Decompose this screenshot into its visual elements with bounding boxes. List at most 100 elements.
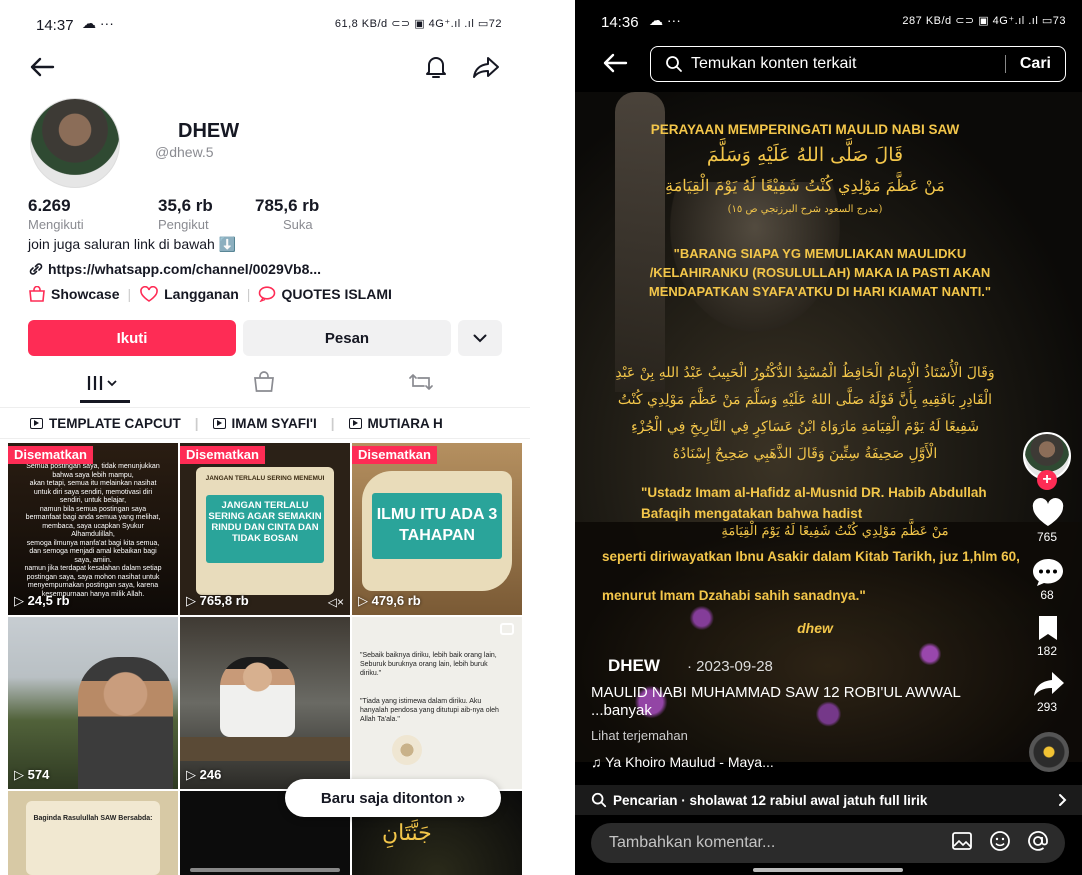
video-arabic-1: قَالَ صَلَّى اللهُ عَلَيْهِ وَسَلَّمَ [706,144,904,166]
video-screen: 14:36 ☁ ··· 287 KB/d ⊂⊃ ▣ 4G⁺.ıl .ıl ▭73… [575,0,1082,875]
tile-views-value: 24,5 rb [27,593,70,608]
profile-bio: join juga saluran link di bawah ⬇️ [28,236,237,252]
shopping-bag-icon [254,371,274,392]
music-disc-icon[interactable] [1029,732,1069,772]
search-divider [1004,55,1006,73]
minaret-shape [615,92,665,392]
search-submit-button[interactable]: Cari [1020,55,1051,73]
home-indicator [190,868,340,872]
stat-following-label: Mengikuti [28,217,84,232]
status-bar: 14:36 ☁ ··· 287 KB/d ⊂⊃ ▣ 4G⁺.ıl .ıl ▭73 [575,0,1082,50]
search-suggestion-bar[interactable]: Pencarian · sholawat 12 rabiul awal jatu… [575,785,1082,815]
caption-author[interactable]: DHEW [608,656,660,676]
video-tile[interactable]: Semua postingan saya, tidak menunjukkan … [8,443,178,615]
tile-views: ▷ 246 [186,767,222,782]
playlist-icon [30,417,43,429]
profile-name: DHEW [178,120,240,142]
pinned-badge: Disematkan [8,446,93,464]
tile-views: ▷ 24,5 rb [14,593,70,608]
search-bar[interactable]: Temukan konten terkait Cari [650,46,1066,82]
tile-text: Baginda Rasulullah SAW Bersabda: [33,815,153,822]
tile-quote-1: "Sebaik baiknya diriku, lebih baik orang… [360,652,497,677]
video-watermark: dhew [797,620,833,636]
save-button[interactable] [1037,614,1059,647]
bookmark-icon [1039,616,1057,640]
link-icon [29,263,43,275]
mention-button[interactable] [1027,830,1049,857]
arrow-left-icon [603,53,628,73]
share-count: 293 [1036,700,1058,714]
tile-views-value: 479,6 rb [371,593,421,608]
caption-date: · 2023-09-28 [687,658,773,675]
search-placeholder: Temukan konten terkait [691,55,857,72]
caption-description[interactable]: MAULID NABI MUHAMMAD SAW 12 ROBI'UL AWWA… [591,684,1011,720]
repost-icon [409,374,433,390]
video-tile[interactable]: ILMU ITU ADA 3 TAHAPAN Disematkan ▷ 479,… [352,443,522,615]
chevron-right-icon [1059,794,1067,806]
back-button[interactable] [26,54,58,80]
chip-showcase[interactable]: Showcase [28,286,119,302]
tile-views-value: 765,8 rb [199,593,249,608]
like-button[interactable] [1031,498,1065,533]
see-translation-link[interactable]: Lihat terjemahan [591,728,688,743]
tile-flower [392,735,422,765]
video-latin-1: "Ustadz Imam al-Hafidz al-Musnid DR. Hab… [641,485,987,521]
profile-link[interactable]: https://whatsapp.com/channel/0029Vb8... [28,261,321,277]
comment-count: 68 [1040,588,1054,602]
emoji-icon [990,830,1010,851]
video-arabic-2: مَنْ عَظَّمَ مَوْلِدِي كُنْتُ شَفِيْعًا … [665,176,945,195]
video-tile[interactable]: Baginda Rasulullah SAW Bersabda: [8,791,178,875]
bell-icon [426,57,446,78]
message-button[interactable]: Pesan [243,320,451,356]
follow-plus-button[interactable]: + [1037,470,1057,490]
chip-divider: | [246,286,251,302]
pinned-badge: Disematkan [352,446,437,464]
tab-videos[interactable] [86,373,122,398]
video-latin-3: menurut Imam Dzahabi sahih sanadnya." [602,588,866,603]
back-button[interactable] [599,50,631,76]
playlist-imam-syafii[interactable]: IMAM SYAFI'I [212,416,317,431]
video-tile[interactable]: ▷ 574 [8,617,178,789]
video-tile[interactable]: ▷ 246 [180,617,350,789]
video-tile[interactable]: "Sebaik baiknya diriku, lebih baik orang… [352,617,522,789]
profile-handle: @dhew.5 [155,144,214,160]
playlist-label: TEMPLATE CAPCUT [49,415,181,431]
stat-following-value: 6.269 [28,196,71,215]
stat-following[interactable]: 6.269 Mengikuti [28,196,84,232]
share-arrow-icon [473,57,499,78]
image-icon [952,831,972,850]
playlist-strip: TEMPLATE CAPCUT | IMAM SYAFI'I | MUTIARA… [0,407,530,439]
stat-likes-value: 785,6 rb [255,196,320,215]
tab-reposts[interactable] [408,372,434,397]
tab-shop[interactable] [252,371,276,398]
share-button[interactable] [468,52,504,82]
image-upload-button[interactable] [951,831,973,856]
tile-person [220,657,295,737]
share-button[interactable] [1033,670,1065,703]
profile-screen: 14:37 ☁ ··· 61,8 KB/d ⊂⊃ ▣ 4G⁺.ıl .ıl ▭7… [0,0,530,875]
video-tile[interactable]: JANGAN TERLALU SERING MENEMUI JANGAN TER… [180,443,350,615]
recently-watched-toast[interactable]: Baru saja ditonton » [285,779,501,817]
stat-likes[interactable]: 785,6 rb Suka [255,196,319,232]
more-suggestions-button[interactable] [458,320,502,356]
avatar[interactable] [30,98,120,188]
chip-group[interactable]: QUOTES ISLAMI [258,286,392,302]
playlist-divider: | [330,415,335,431]
muted-icon: ◁× [327,595,344,609]
music-label[interactable]: ♫ Ya Khoiro Maulud - Maya... [591,754,774,770]
shopping-bag-icon [29,286,45,302]
video-arabic-source: (مدرج السعود شرح البرزنجي ص ١٥) [727,204,883,215]
playlist-mutiara[interactable]: MUTIARA H [348,416,443,431]
follow-button[interactable]: Ikuti [28,320,236,356]
tile-text: JANGAN TERLALU SERING AGAR SEMAKIN RINDU… [206,495,324,563]
playlist-template-capcut[interactable]: TEMPLATE CAPCUT [30,416,181,431]
tile-paper [26,801,160,875]
stat-followers[interactable]: 35,6 rb Pengikut [158,196,213,232]
notification-button[interactable] [420,52,452,82]
emoji-button[interactable] [989,830,1011,857]
comment-input[interactable]: Tambahkan komentar... [591,823,1065,863]
chip-group-label: QUOTES ISLAMI [281,286,392,302]
share-arrow-icon [1034,672,1064,696]
video-quote: "BARANG SIAPA YG MEMULIAKAN MAULIDKU /KE… [648,246,992,299]
chip-subscription[interactable]: Langganan [139,286,239,302]
